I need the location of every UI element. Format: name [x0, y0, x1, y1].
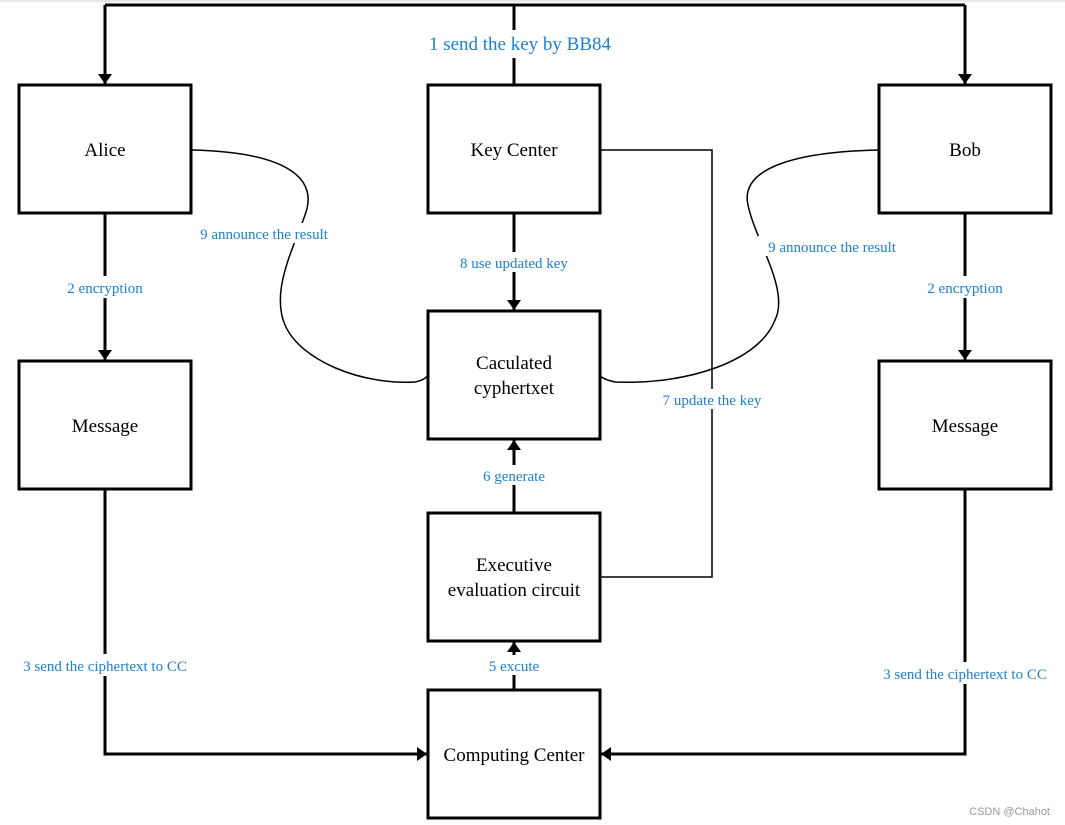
edge-send-ciphertext-left: 3 send the ciphertext to CC [10, 489, 427, 761]
node-message-left: Message [17, 359, 193, 491]
edge-label-update-key: 7 update the key [663, 393, 762, 409]
edge-encryption-right: 2 encryption [918, 213, 1013, 360]
node-label-line1: Executive [476, 555, 552, 576]
edge-send-ciphertext-right: 3 send the ciphertext to CC [601, 489, 1060, 761]
edge-announce-result-right: 9 announce the result [599, 149, 906, 383]
node-executive-evaluation-circuit: Executive evaluation circuit [426, 511, 602, 643]
edge-use-updated-key: 8 use updated key [450, 213, 578, 310]
node-calculated-ciphertext: Caculated cyphertxet [426, 309, 602, 441]
node-message-right: Message [877, 359, 1053, 491]
edge-label-execute: 5 excute [489, 659, 540, 675]
edge-encryption-left: 2 encryption [58, 213, 153, 360]
node-label: Message [932, 416, 998, 437]
node-bob: Bob [877, 83, 1053, 215]
edge-execute: 5 excute [480, 642, 548, 690]
watermark: CSDN @Chahot [969, 806, 1050, 818]
node-label-line2: evaluation circuit [448, 580, 581, 601]
edge-update-key: 7 update the key [600, 149, 770, 578]
edge-label-send-ciphertext-right: 3 send the ciphertext to CC [883, 667, 1047, 683]
edge-label-announce-result-left: 9 announce the result [200, 227, 329, 243]
edge-label-encryption-left: 2 encryption [67, 281, 143, 297]
node-label: Key Center [470, 140, 558, 161]
node-label: Bob [949, 140, 981, 161]
node-label-line2: cyphertxet [474, 378, 555, 399]
edge-label-generate: 6 generate [483, 469, 545, 485]
node-label: Message [72, 416, 138, 437]
node-computing-center: Computing Center [426, 688, 602, 820]
node-label: Computing Center [444, 745, 586, 766]
edge-send-key: 1 send the key by BB84 [98, 3, 972, 85]
diagram-canvas: 1 send the key by BB84 2 encryption 2 en… [0, 0, 1065, 820]
node-label: Alice [84, 140, 125, 161]
node-alice: Alice [17, 83, 193, 215]
edge-label-use-updated-key: 8 use updated key [460, 256, 568, 272]
edge-announce-result-left: 9 announce the result [190, 149, 429, 383]
edge-label-send-key: 1 send the key by BB84 [429, 34, 612, 55]
edge-label-send-ciphertext-left: 3 send the ciphertext to CC [23, 659, 187, 675]
node-key-center: Key Center [426, 83, 602, 215]
edge-label-encryption-right: 2 encryption [927, 281, 1003, 297]
top-edge [0, 0, 1065, 2]
node-label-line1: Caculated [476, 353, 552, 374]
edge-generate: 6 generate [474, 440, 554, 513]
edge-label-announce-result-right: 9 announce the result [768, 240, 897, 256]
